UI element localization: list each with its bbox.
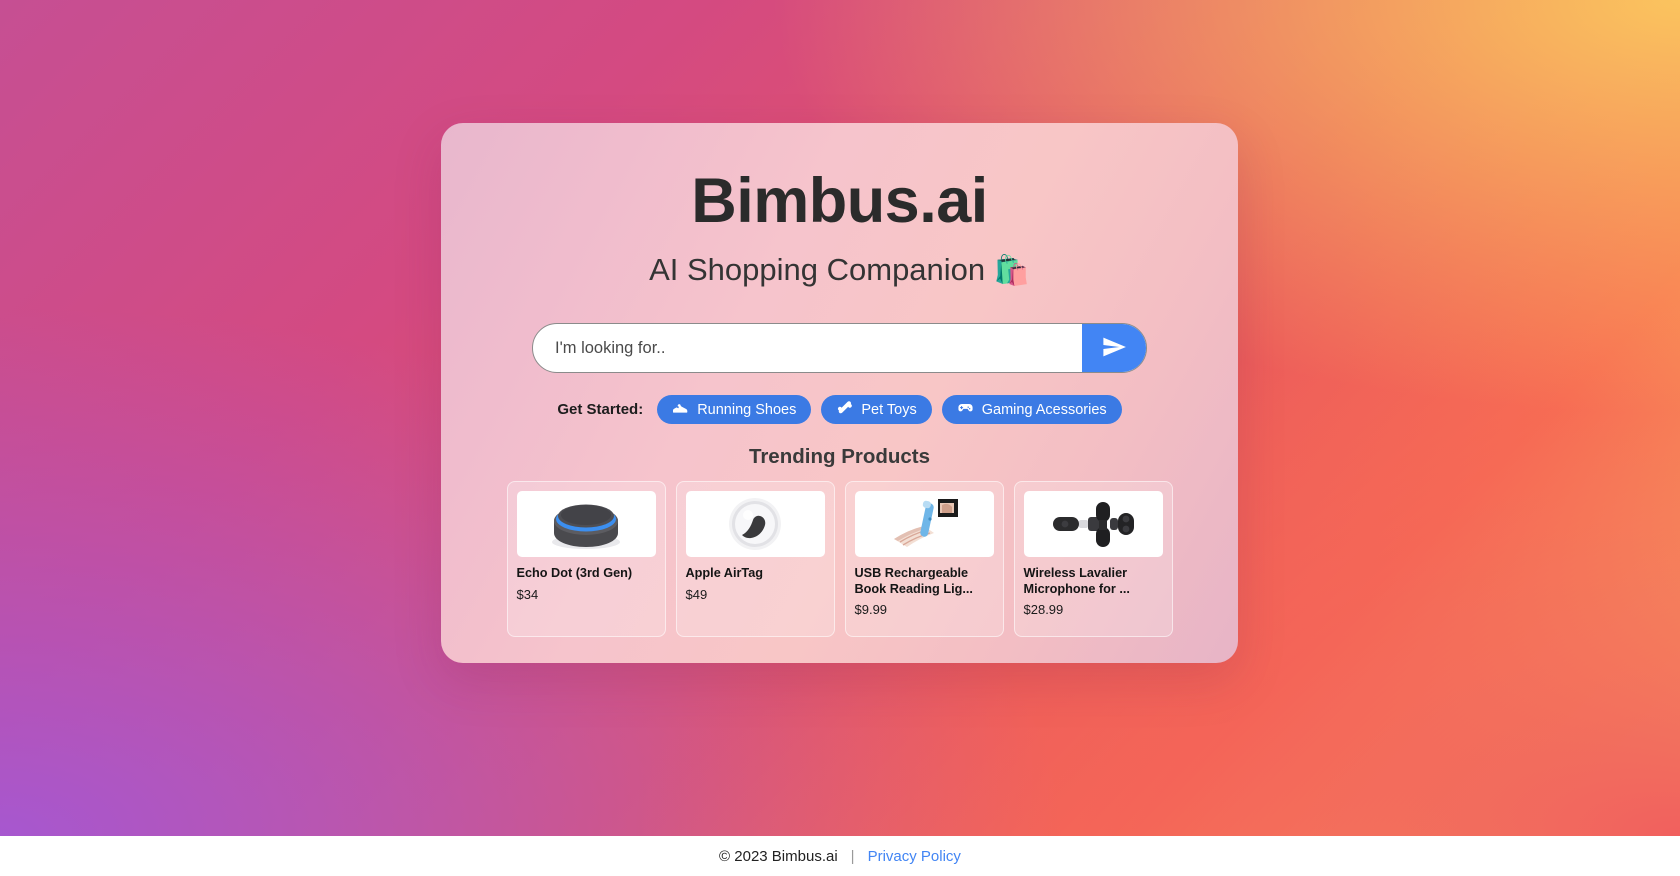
copyright-text: © 2023 Bimbus.ai bbox=[719, 847, 838, 865]
product-price: $34 bbox=[516, 586, 539, 602]
chip-running-shoes[interactable]: Running Shoes bbox=[657, 395, 812, 425]
tagline-text: AI Shopping Companion bbox=[649, 252, 986, 288]
product-card[interactable]: Echo Dot (3rd Gen) $34 bbox=[506, 481, 666, 638]
product-thumbnail bbox=[685, 491, 825, 558]
chip-gaming-acessories[interactable]: Gaming Acessories bbox=[941, 395, 1122, 425]
search-input[interactable] bbox=[533, 324, 1082, 373]
product-name: Apple AirTag bbox=[685, 566, 764, 581]
get-started-label: Get Started: bbox=[557, 401, 644, 419]
chip-label: Gaming Acessories bbox=[981, 401, 1107, 418]
gamepad-icon bbox=[957, 399, 974, 420]
product-name: Echo Dot (3rd Gen) bbox=[516, 566, 633, 581]
echo-dot-speaker-image bbox=[534, 495, 638, 553]
chip-label: Pet Toys bbox=[861, 401, 917, 418]
product-card[interactable]: Wireless Lavalier Microphone for ... $28… bbox=[1013, 481, 1173, 638]
apple-airtag-image bbox=[724, 495, 786, 553]
product-name: USB Rechargeable Book Reading Lig... bbox=[854, 566, 973, 596]
footer: © 2023 Bimbus.ai | Privacy Policy bbox=[0, 836, 1680, 876]
product-thumbnail bbox=[516, 491, 656, 558]
page-title: Bimbus.ai bbox=[691, 166, 988, 236]
trending-products-list: Echo Dot (3rd Gen) $34 Apple AirTag $49 bbox=[475, 481, 1204, 638]
lavalier-microphone-image bbox=[1039, 496, 1147, 552]
product-price: $28.99 bbox=[1023, 602, 1064, 618]
book-reading-light-image bbox=[876, 495, 972, 553]
pet-bone-icon bbox=[836, 399, 853, 420]
get-started-row: Get Started: Running Shoes Pet Toys Gami… bbox=[475, 395, 1204, 425]
hero-card: Bimbus.ai AI Shopping Companion 🛍️ Get S… bbox=[441, 123, 1238, 663]
product-name: Wireless Lavalier Microphone for ... bbox=[1023, 566, 1130, 596]
chip-label: Running Shoes bbox=[697, 401, 797, 418]
product-card[interactable]: Apple AirTag $49 bbox=[675, 481, 835, 638]
search-bar bbox=[532, 323, 1147, 374]
product-card[interactable]: USB Rechargeable Book Reading Lig... $9.… bbox=[844, 481, 1004, 638]
product-thumbnail bbox=[1023, 491, 1163, 558]
page-tagline: AI Shopping Companion 🛍️ bbox=[475, 251, 1204, 289]
product-thumbnail bbox=[854, 491, 994, 558]
product-price: $9.99 bbox=[854, 602, 888, 618]
send-button[interactable] bbox=[1082, 324, 1146, 373]
send-icon bbox=[1101, 334, 1127, 363]
privacy-policy-link[interactable]: Privacy Policy bbox=[868, 848, 961, 865]
chip-pet-toys[interactable]: Pet Toys bbox=[821, 395, 932, 425]
product-price: $49 bbox=[685, 586, 708, 602]
running-shoe-icon bbox=[672, 399, 689, 420]
trending-products-heading: Trending Products bbox=[748, 445, 931, 469]
footer-separator: | bbox=[850, 847, 855, 865]
shopping-bags-icon: 🛍️ bbox=[993, 255, 1030, 288]
